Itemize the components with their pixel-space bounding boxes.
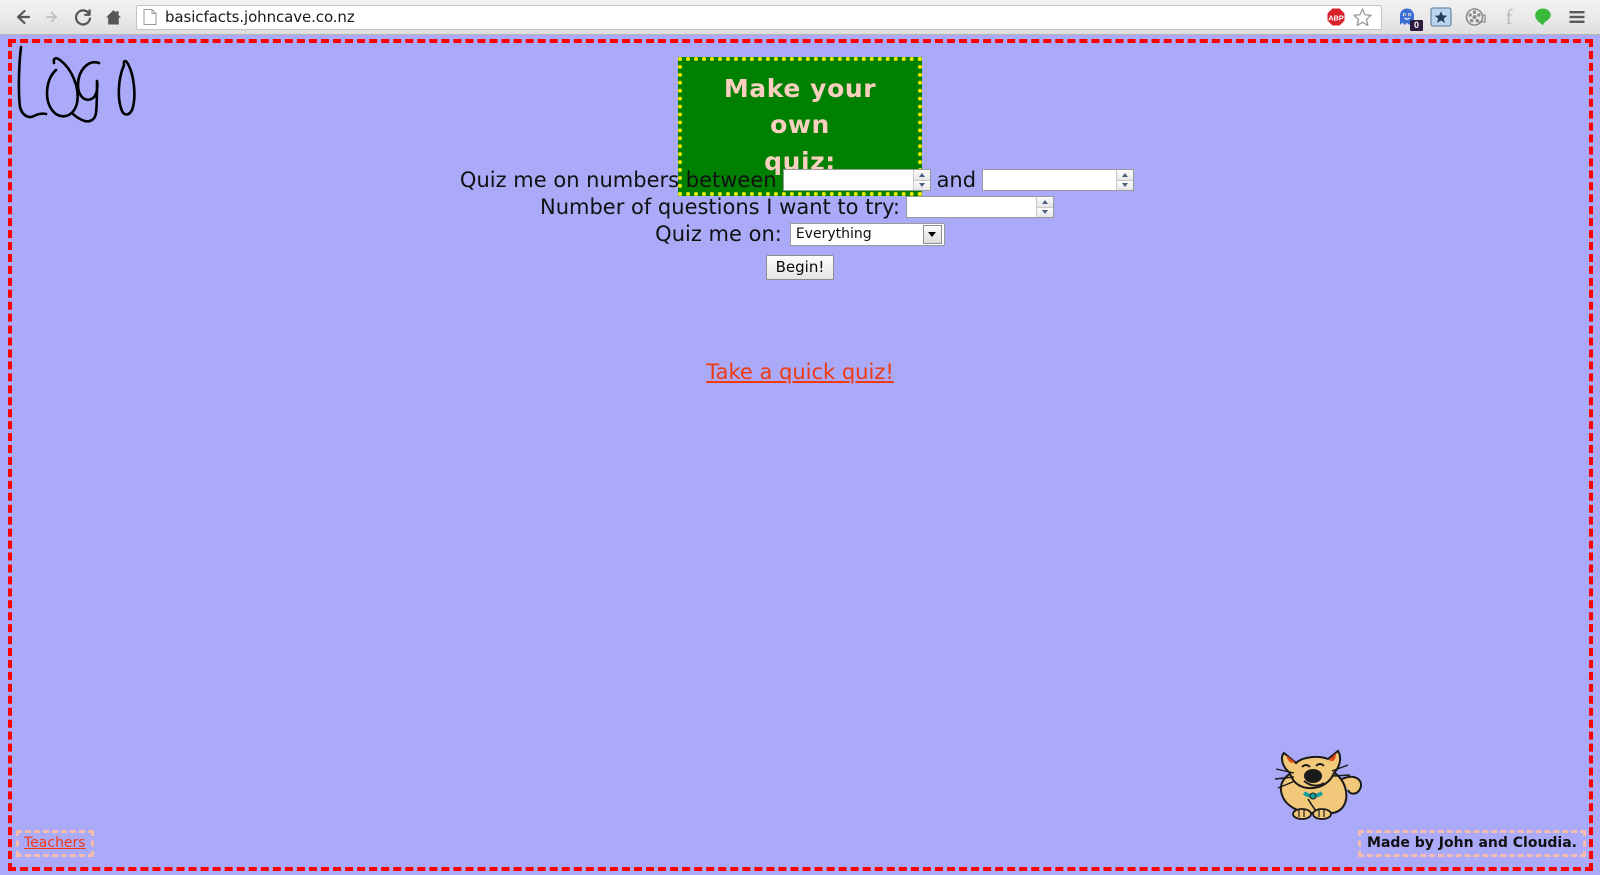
cat-image: [1268, 743, 1368, 821]
ghostery-badge: 0: [1410, 20, 1423, 31]
extension-icons: 0 f: [1386, 6, 1600, 31]
min-stepper-buttons[interactable]: [912, 170, 930, 190]
question-count-input[interactable]: [907, 197, 1037, 217]
quiz-form: Quiz me on numbers between and Number of…: [0, 168, 1600, 283]
take-quick-quiz-link[interactable]: Take a quick quiz!: [706, 360, 894, 384]
page-document-icon: [143, 9, 157, 25]
browser-toolbar: basicfacts.johncave.co.nz ABP 0 f: [0, 0, 1600, 35]
bookmark-star-button-icon[interactable]: [1430, 6, 1452, 28]
reload-button[interactable]: [68, 2, 98, 32]
film-reel-glyph-icon: [1465, 8, 1486, 26]
quiz-topic-select[interactable]: Everything: [789, 222, 945, 246]
chevron-down-icon: [928, 231, 937, 237]
chevron-down-icon: [1042, 210, 1049, 215]
hamburger-menu-icon[interactable]: [1566, 6, 1588, 28]
address-bar[interactable]: basicfacts.johncave.co.nz ABP: [136, 4, 1382, 30]
max-stepper-up-button[interactable]: [1117, 170, 1134, 181]
begin-row: Begin!: [0, 255, 1600, 280]
quiz-topic-label: Quiz me on:: [655, 222, 782, 246]
menu-lines-icon: [1569, 11, 1585, 23]
question-count-row: Number of questions I want to try:: [0, 195, 1600, 219]
quiz-topic-selected-value: Everything: [795, 226, 872, 242]
address-bar-icons: ABP: [1326, 7, 1373, 28]
droplet-pin-icon: [1535, 8, 1551, 26]
film-reel-icon[interactable]: [1464, 6, 1486, 28]
teachers-link[interactable]: Teachers: [16, 830, 94, 857]
banner-line-1: Make your own: [723, 74, 877, 140]
adblock-octagon-icon: ABP: [1327, 8, 1345, 26]
made-by-credit: Made by John and Cloudia.: [1358, 830, 1586, 857]
reload-icon: [74, 8, 91, 25]
chevron-down-icon: [918, 183, 925, 188]
max-number-input[interactable]: [983, 170, 1117, 190]
quiz-topic-row: Quiz me on: Everything: [0, 222, 1600, 246]
min-stepper-up-button[interactable]: [913, 170, 930, 181]
adblock-label: ABP: [1328, 13, 1344, 22]
home-button[interactable]: [98, 2, 128, 32]
star-outline-icon: [1353, 7, 1372, 26]
chevron-down-icon: [1122, 183, 1129, 188]
chevron-up-icon: [1122, 172, 1129, 177]
numbers-range-row: Quiz me on numbers between and: [0, 168, 1600, 192]
quiz-topic-dropdown-button[interactable]: [922, 224, 942, 244]
logo: [12, 43, 157, 138]
facebook-icon[interactable]: f: [1498, 6, 1520, 28]
url-text: basicfacts.johncave.co.nz: [165, 8, 355, 26]
max-stepper-buttons[interactable]: [1116, 170, 1134, 190]
back-arrow-icon: [16, 9, 31, 25]
chevron-up-icon: [918, 172, 925, 177]
navigation-buttons: [0, 2, 128, 32]
ghostery-icon[interactable]: 0: [1396, 6, 1423, 31]
adblock-plus-icon[interactable]: ABP: [1326, 7, 1346, 27]
bookmark-star-icon[interactable]: [1352, 7, 1373, 28]
question-count-stepper[interactable]: [906, 196, 1055, 218]
question-count-label: Number of questions I want to try:: [539, 195, 901, 219]
max-stepper-down-button[interactable]: [1117, 180, 1134, 190]
facebook-glyph: f: [1505, 5, 1513, 29]
home-icon: [105, 9, 121, 24]
cartoon-cat-icon: [1274, 749, 1362, 820]
min-stepper-down-button[interactable]: [913, 180, 930, 190]
page-content: Make your own quiz: Quiz me on numbers b…: [0, 35, 1600, 875]
begin-button[interactable]: Begin!: [765, 255, 835, 280]
forward-button[interactable]: [38, 2, 68, 32]
forward-arrow-icon: [46, 11, 57, 23]
address-bar-wrapper: basicfacts.johncave.co.nz ABP: [136, 4, 1382, 30]
min-number-input[interactable]: [783, 170, 913, 190]
question-count-down-button[interactable]: [1037, 207, 1054, 217]
hand-drawn-logo-icon: [17, 45, 136, 123]
numbers-between-label: Quiz me on numbers between: [459, 168, 777, 192]
question-count-up-button[interactable]: [1037, 197, 1054, 208]
star-filled-box-icon: [1430, 7, 1452, 27]
min-number-stepper[interactable]: [782, 169, 931, 191]
browser-window: basicfacts.johncave.co.nz ABP 0 f Make y…: [0, 0, 1600, 875]
max-number-stepper[interactable]: [982, 169, 1135, 191]
chevron-up-icon: [1042, 199, 1049, 204]
quick-quiz-wrapper: Take a quick quiz!: [0, 360, 1600, 384]
back-button[interactable]: [8, 2, 38, 32]
question-count-stepper-buttons[interactable]: [1036, 197, 1054, 217]
and-label: and: [936, 168, 977, 192]
green-droplet-icon[interactable]: [1532, 6, 1554, 28]
